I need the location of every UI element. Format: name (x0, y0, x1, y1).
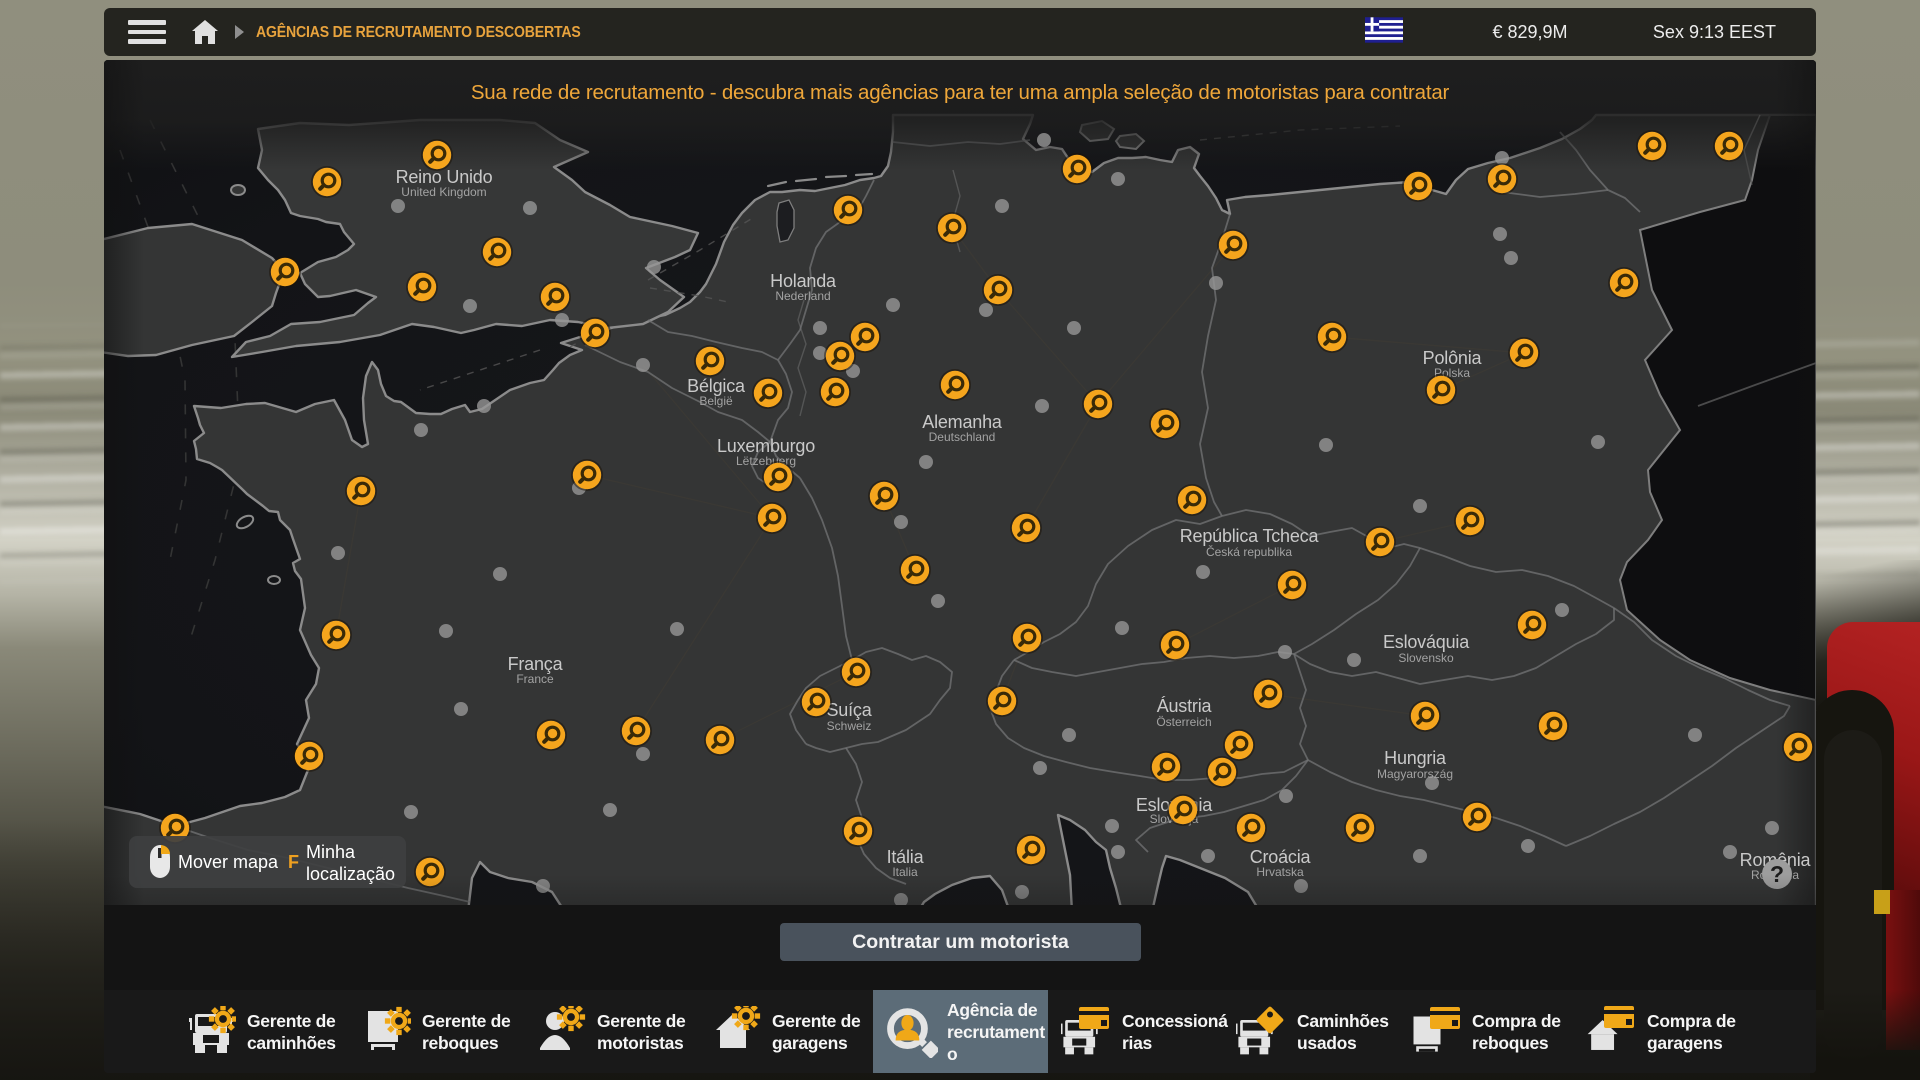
svg-text:Alemanha: Alemanha (922, 412, 1003, 432)
svg-text:Nederland: Nederland (775, 289, 830, 303)
svg-text:Česká republika: Česká republika (1206, 544, 1292, 559)
svg-text:Schweiz: Schweiz (827, 719, 872, 733)
svg-text:Magyarország: Magyarország (1377, 767, 1453, 781)
svg-text:Österreich: Österreich (1156, 715, 1211, 729)
svg-text:Eslováquia: Eslováquia (1383, 632, 1470, 652)
svg-text:Luxemburgo: Luxemburgo (717, 436, 815, 456)
svg-text:França: França (508, 654, 564, 674)
svg-text:Slovensko: Slovensko (1398, 651, 1454, 665)
svg-text:België: België (699, 394, 733, 408)
svg-text:Holanda: Holanda (770, 271, 837, 291)
svg-text:Croácia: Croácia (1250, 847, 1312, 867)
svg-text:Reino Unido: Reino Unido (396, 167, 493, 187)
svg-text:Deutschland: Deutschland (929, 430, 996, 444)
svg-text:Hungria: Hungria (1384, 748, 1447, 768)
svg-text:República Tcheca: República Tcheca (1180, 526, 1320, 546)
svg-text:Bélgica: Bélgica (687, 376, 746, 396)
svg-text:Polônia: Polônia (1423, 348, 1483, 368)
svg-text:Áustria: Áustria (1157, 696, 1213, 716)
svg-text:United Kingdom: United Kingdom (401, 185, 486, 199)
svg-text:Itália: Itália (887, 847, 925, 867)
svg-text:France: France (516, 672, 554, 686)
svg-text:Suíça: Suíça (826, 700, 872, 720)
